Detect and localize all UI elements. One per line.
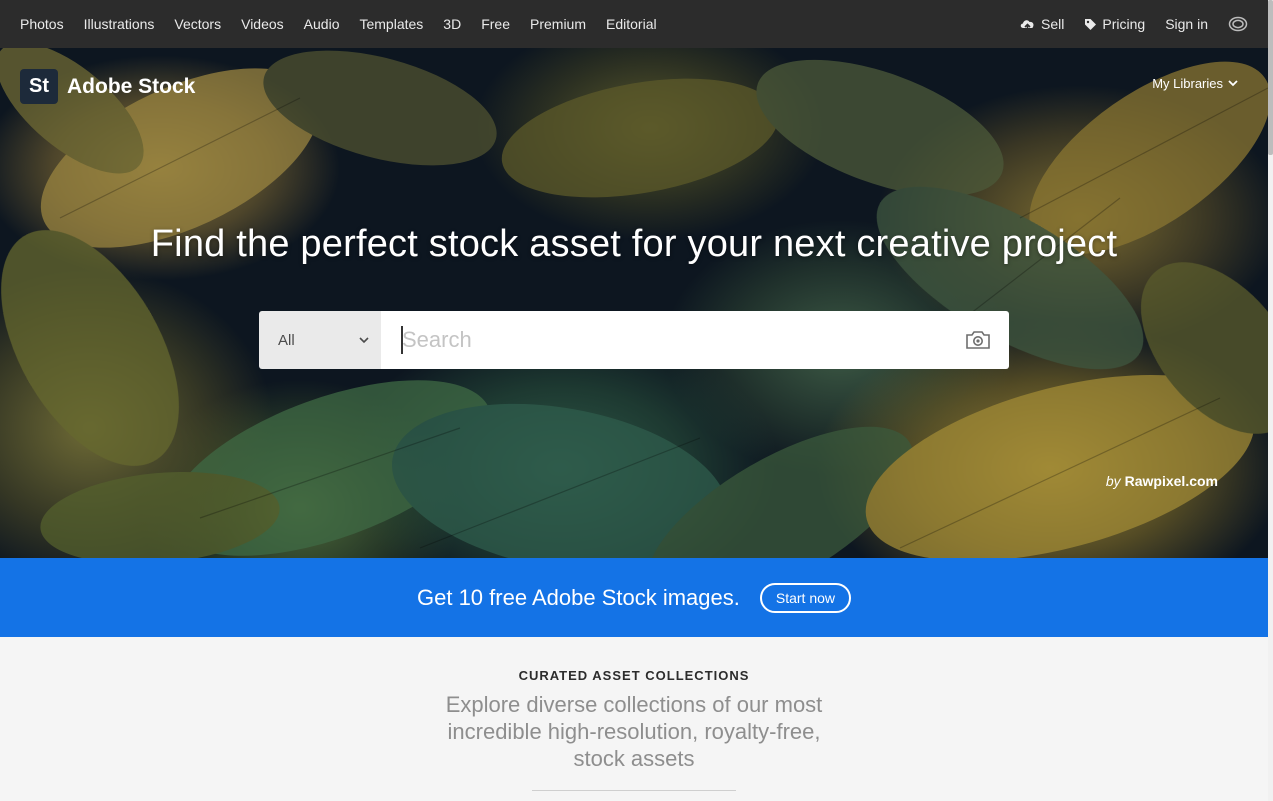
sign-in-link[interactable]: Sign in <box>1165 16 1208 32</box>
nav-link-free[interactable]: Free <box>481 16 510 32</box>
adobe-stock-logo[interactable]: St Adobe Stock <box>20 69 195 104</box>
nav-link-premium[interactable]: Premium <box>530 16 586 32</box>
credit-by: by <box>1105 473 1121 489</box>
asset-type-value: All <box>278 331 295 349</box>
text-cursor <box>401 326 403 354</box>
nav-link-vectors[interactable]: Vectors <box>174 16 221 32</box>
stock-app-badge: St <box>20 69 58 104</box>
nav-link-audio[interactable]: Audio <box>304 16 340 32</box>
my-libraries-menu[interactable]: My Libraries <box>1152 76 1238 91</box>
page-headline: Find the perfect stock asset for your ne… <box>150 223 1118 265</box>
top-navigation: Photos Illustrations Vectors Videos Audi… <box>0 0 1268 48</box>
nav-link-videos[interactable]: Videos <box>241 16 284 32</box>
scrollbar-thumb[interactable] <box>1268 0 1273 155</box>
chevron-down-icon <box>359 336 369 343</box>
account-links: Sell Pricing Sign in <box>999 16 1268 32</box>
section-kicker: CURATED ASSET COLLECTIONS <box>518 668 750 683</box>
credit-author-link[interactable]: Rawpixel.com <box>1125 473 1218 489</box>
nav-link-photos[interactable]: Photos <box>20 16 64 32</box>
leaf-background-image <box>0 48 1268 558</box>
search-field-wrapper <box>381 311 1009 369</box>
image-credit: by Rawpixel.com <box>1106 473 1218 489</box>
brand-name: Adobe Stock <box>67 74 196 98</box>
creative-cloud-icon[interactable] <box>1228 16 1248 32</box>
search-input[interactable] <box>381 311 947 369</box>
pricing-label: Pricing <box>1102 16 1146 32</box>
page-scrollbar[interactable] <box>1268 0 1273 801</box>
my-libraries-label: My Libraries <box>1152 76 1223 91</box>
category-links: Photos Illustrations Vectors Videos Audi… <box>0 16 677 32</box>
promo-text: Get 10 free Adobe Stock images. <box>417 584 740 610</box>
hero-banner: St Adobe Stock My Libraries Find the per… <box>0 48 1268 558</box>
chevron-down-icon <box>1228 80 1238 87</box>
search-bar: All <box>259 311 1009 369</box>
asset-type-select[interactable]: All <box>259 311 381 369</box>
section-description: Explore diverse collections of our most … <box>445 692 823 771</box>
nav-link-templates[interactable]: Templates <box>359 16 423 32</box>
sell-label: Sell <box>1041 16 1065 32</box>
start-now-button[interactable]: Start now <box>759 582 851 613</box>
pricing-link[interactable]: Pricing <box>1084 16 1145 32</box>
nav-link-editorial[interactable]: Editorial <box>606 16 657 32</box>
curated-collections-section: CURATED ASSET COLLECTIONS Explore divers… <box>0 637 1268 801</box>
sign-in-label: Sign in <box>1165 16 1208 32</box>
free-images-promo: Get 10 free Adobe Stock images. Start no… <box>0 558 1268 637</box>
tag-icon <box>1085 18 1097 30</box>
section-divider <box>532 790 736 791</box>
nav-link-3d[interactable]: 3D <box>443 16 461 32</box>
camera-icon[interactable] <box>946 311 1009 369</box>
nav-link-illustrations[interactable]: Illustrations <box>84 16 155 32</box>
cloud-upload-icon <box>1020 19 1034 31</box>
sell-link[interactable]: Sell <box>1019 16 1064 32</box>
